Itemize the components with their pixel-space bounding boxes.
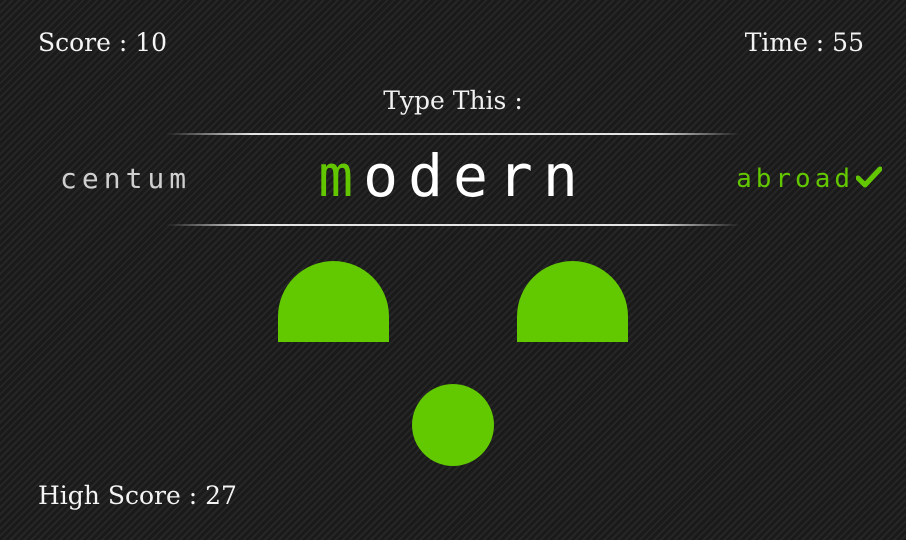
divider-top: [166, 133, 740, 135]
word-row: centum modern abroad: [0, 140, 906, 220]
current-word-remaining: odern: [363, 142, 588, 210]
next-word: abroad: [736, 164, 883, 195]
high-score-display: High Score : 27: [38, 481, 237, 510]
current-word-typed: m: [318, 142, 364, 210]
checkmark-icon: [855, 165, 883, 195]
score-display: Score : 10: [38, 28, 168, 57]
mascot-left-eye: [278, 261, 389, 342]
divider-bottom: [166, 224, 740, 226]
next-word-text: abroad: [736, 164, 854, 194]
mascot-right-eye: [517, 261, 628, 342]
mascot-mouth: [412, 384, 494, 466]
prompt-label: Type This :: [383, 86, 523, 115]
time-display: Time : 55: [744, 28, 864, 57]
